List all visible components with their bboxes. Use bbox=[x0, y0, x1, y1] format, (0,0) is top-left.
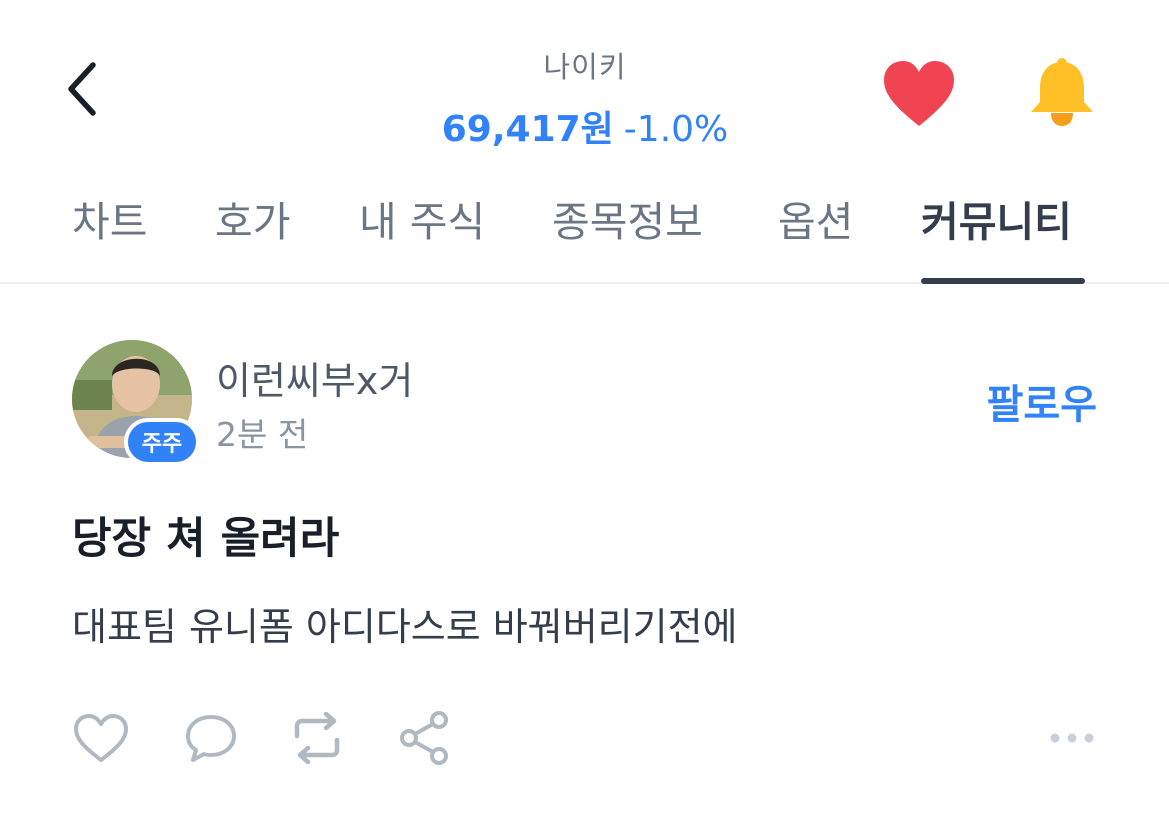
follow-button[interactable]: 팔로우 bbox=[987, 372, 1097, 430]
more-horizontal-icon bbox=[1050, 733, 1094, 743]
back-button[interactable] bbox=[52, 54, 112, 124]
shareholder-badge: 주주 bbox=[124, 418, 200, 466]
price-change: -1.0% bbox=[623, 109, 729, 150]
tab-chart[interactable]: 차트 bbox=[72, 188, 147, 248]
post-actions bbox=[0, 708, 1169, 768]
post-title: 당장 쳐 올려라 bbox=[72, 514, 340, 564]
favorite-button[interactable] bbox=[880, 58, 958, 130]
stock-price: 69,417원 bbox=[441, 109, 614, 150]
tab-bar: 차트 호가 내 주식 종목정보 옵션 커뮤니티 bbox=[0, 160, 1169, 284]
heart-outline-icon bbox=[74, 714, 128, 762]
tab-my-stock[interactable]: 내 주식 bbox=[359, 188, 485, 248]
tab-orderbook[interactable]: 호가 bbox=[215, 188, 290, 248]
stock-header: 나이키 69,417원 -1.0% bbox=[0, 0, 1169, 160]
post-time: 2분 전 bbox=[216, 415, 309, 454]
repost-button[interactable] bbox=[286, 708, 348, 768]
heart-icon bbox=[884, 61, 954, 126]
tab-stock-info[interactable]: 종목정보 bbox=[552, 188, 703, 248]
comment-icon bbox=[186, 715, 236, 762]
post-body: 대표팀 유니폼 아디다스로 바꿔버리기전에 bbox=[72, 605, 738, 649]
community-post: 주주 이런씨부x거 2분 전 팔로우 당장 쳐 올려라 대표팀 유니폼 아디다스… bbox=[0, 284, 1169, 825]
price-line: 69,417원 -1.0% bbox=[380, 100, 790, 152]
author-name[interactable]: 이런씨부x거 bbox=[216, 350, 413, 405]
repost-icon bbox=[294, 712, 340, 764]
stock-name: 나이키 bbox=[543, 50, 627, 84]
alarm-button[interactable] bbox=[1026, 56, 1098, 128]
tab-community[interactable]: 커뮤니티 bbox=[921, 188, 1072, 248]
chevron-left-icon bbox=[68, 62, 96, 116]
like-button[interactable] bbox=[70, 708, 132, 768]
more-button[interactable] bbox=[1047, 716, 1097, 760]
tab-options[interactable]: 옵션 bbox=[778, 188, 853, 248]
share-button[interactable] bbox=[394, 708, 456, 768]
bell-icon bbox=[1031, 58, 1093, 126]
comment-button[interactable] bbox=[180, 708, 242, 768]
share-icon bbox=[400, 711, 448, 765]
stock-title-block: 나이키 69,417원 -1.0% bbox=[380, 44, 790, 152]
